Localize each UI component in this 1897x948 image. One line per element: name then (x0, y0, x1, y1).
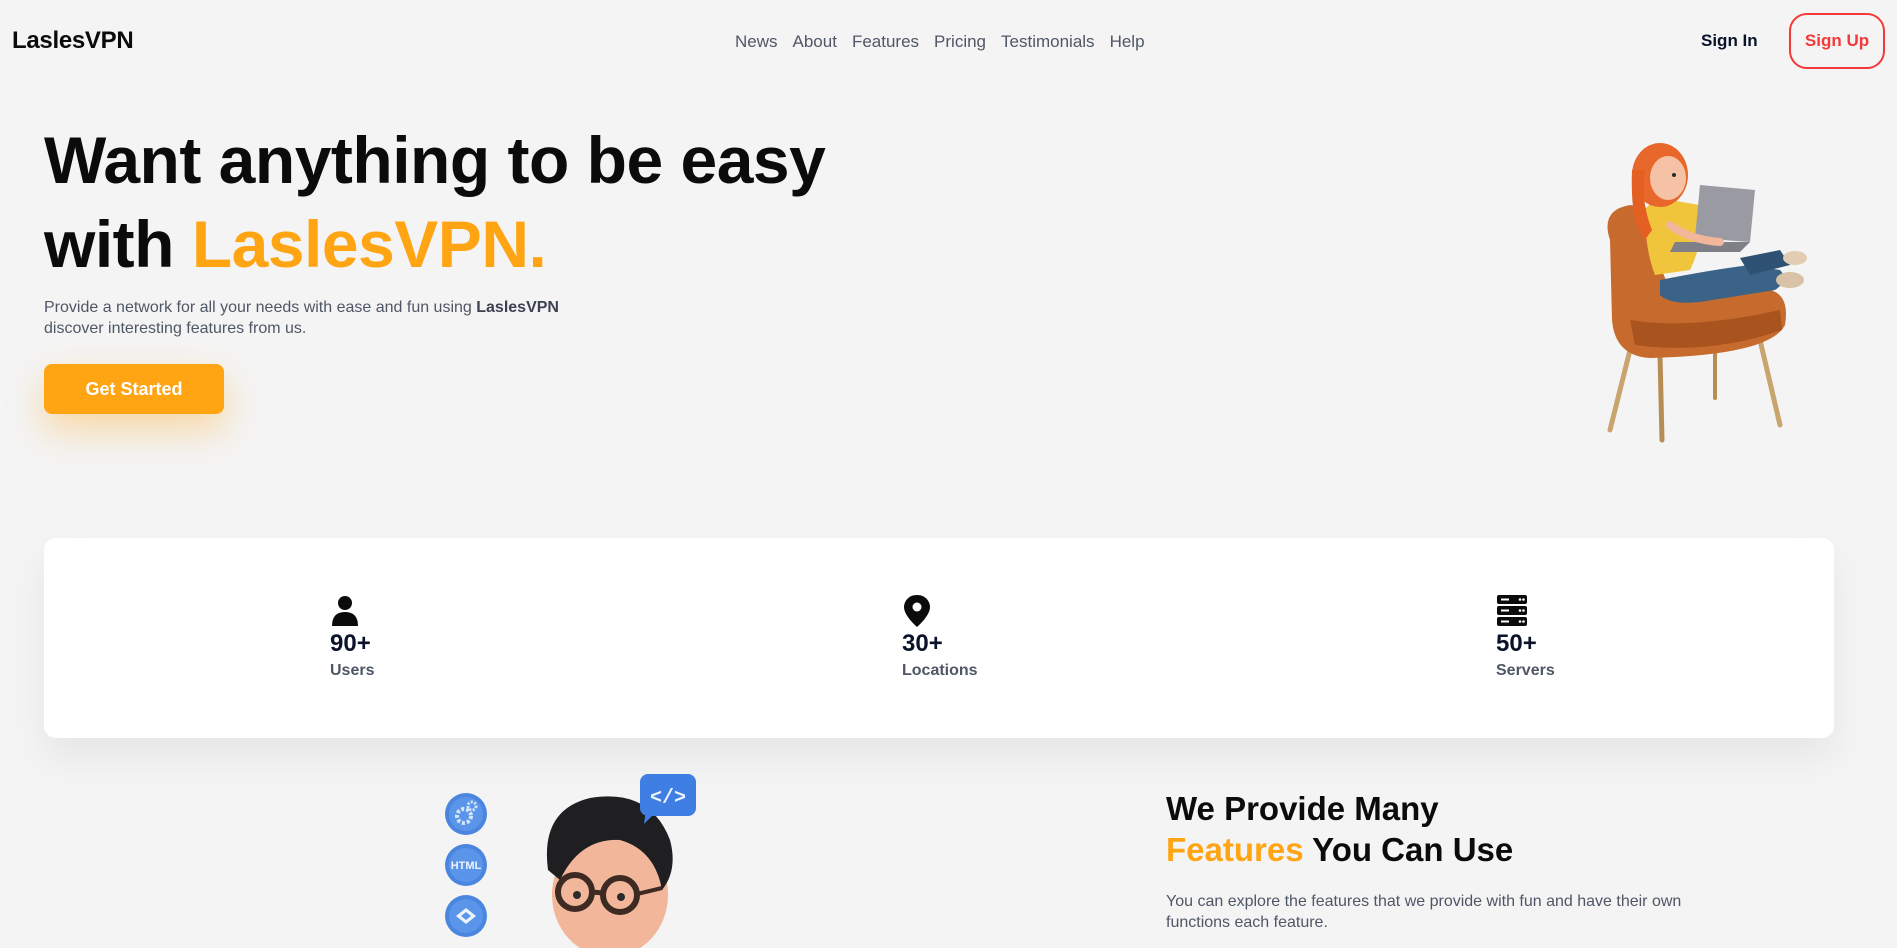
server-icon (1497, 595, 1527, 626)
logo[interactable]: LaslesVPN (12, 27, 134, 55)
hero-title: Want anything to be easy with LaslesVPN. (44, 118, 826, 286)
stat-locations-value: 30+ (902, 630, 943, 657)
hero-title-prefix: with (44, 207, 192, 281)
nav-about[interactable]: About (793, 32, 837, 52)
nav-testimonials[interactable]: Testimonials (1001, 32, 1095, 52)
sign-in-link[interactable]: Sign In (1701, 31, 1758, 51)
svg-text:</>: </> (650, 787, 686, 810)
get-started-button[interactable]: Get Started (44, 364, 224, 414)
hero-desc-brand: LaslesVPN (476, 299, 559, 316)
features-title-accent: Features (1166, 831, 1304, 868)
user-icon (332, 596, 358, 626)
stat-servers-label: Servers (1496, 662, 1555, 679)
location-pin-icon (904, 595, 930, 627)
nav-news[interactable]: News (735, 32, 778, 52)
nav-help[interactable]: Help (1110, 32, 1145, 52)
features-title-rest: You Can Use (1303, 831, 1514, 868)
stats-card: 90+ Users 30+ Locations 50+ Servers (44, 538, 1834, 738)
nav-pricing[interactable]: Pricing (934, 32, 986, 52)
svg-text:HTML: HTML (451, 860, 482, 872)
main-nav: News About Features Pricing Testimonials… (735, 32, 1145, 52)
stat-locations: 30+ Locations (902, 594, 978, 680)
features-title-line1: We Provide Many (1166, 790, 1439, 827)
stat-users-label: Users (330, 662, 375, 679)
stat-servers: 50+ Servers (1496, 594, 1555, 680)
sign-up-button[interactable]: Sign Up (1789, 13, 1885, 69)
hero-title-brand: LaslesVPN. (191, 207, 547, 281)
hero-title-line1: Want anything to be easy (44, 123, 826, 197)
stat-users-value: 90+ (330, 630, 371, 657)
stat-locations-label: Locations (902, 662, 978, 679)
features-illustration: HTML </> (445, 774, 696, 948)
hero-desc-prefix: Provide a network for all your needs wit… (44, 299, 477, 316)
stat-users: 90+ Users (330, 594, 374, 680)
features-title: We Provide Many Features You Can Use (1166, 788, 1513, 870)
features-description: You can explore the features that we pro… (1166, 893, 1682, 931)
nav-features[interactable]: Features (852, 32, 919, 52)
hero-desc-suffix: discover interesting features from us. (44, 320, 307, 337)
hero-description: Provide a network for all your needs wit… (44, 297, 624, 339)
hero-illustration (1607, 143, 1807, 443)
stat-servers-value: 50+ (1496, 630, 1537, 657)
